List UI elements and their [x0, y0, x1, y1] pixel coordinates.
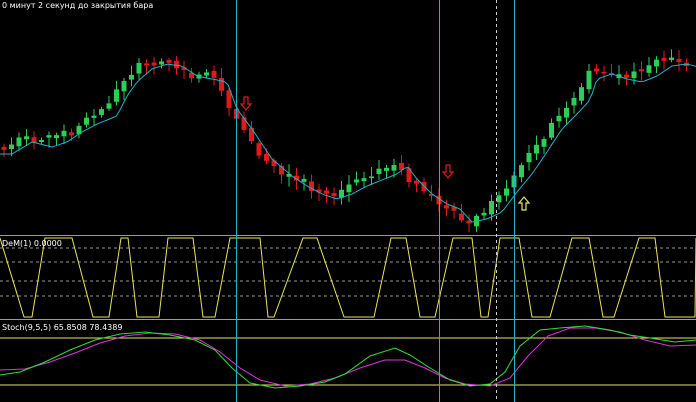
bull-candle[interactable]	[519, 165, 524, 178]
bear-candle[interactable]	[594, 68, 599, 72]
bear-candle[interactable]	[69, 132, 74, 136]
bear-candle[interactable]	[211, 70, 217, 78]
bull-candle[interactable]	[99, 109, 104, 115]
bear-candle[interactable]	[601, 71, 607, 74]
bull-candle[interactable]	[481, 212, 487, 216]
bull-candle[interactable]	[361, 178, 367, 182]
bear-candle[interactable]	[256, 143, 262, 156]
bull-candle[interactable]	[504, 188, 509, 196]
bull-candle[interactable]	[61, 130, 67, 137]
down-arrow-icon	[239, 96, 253, 111]
bear-candle[interactable]	[166, 59, 172, 63]
stoch-main-line	[0, 325, 696, 389]
bar-timer-text: 0 минут 2 секунд до закрытия бара	[2, 1, 154, 10]
bull-candle[interactable]	[129, 74, 134, 80]
bull-candle[interactable]	[376, 168, 382, 174]
bear-candle[interactable]	[219, 77, 224, 91]
bull-candle[interactable]	[39, 140, 44, 142]
bear-candle[interactable]	[324, 190, 329, 194]
stochastic-pane[interactable]	[0, 325, 696, 389]
up-arrow-icon	[517, 196, 531, 211]
bull-candle[interactable]	[586, 70, 592, 90]
bear-candle[interactable]	[676, 58, 682, 62]
demarker-label: DeM(1) 0.0000	[2, 239, 62, 248]
bull-candle[interactable]	[369, 176, 374, 179]
moving-average-line	[0, 63, 696, 223]
bull-candle[interactable]	[541, 139, 547, 147]
bear-candle[interactable]	[624, 74, 629, 78]
bull-candle[interactable]	[91, 115, 97, 118]
bull-candle[interactable]	[159, 61, 164, 65]
bull-candle[interactable]	[526, 152, 532, 163]
bull-candle[interactable]	[534, 144, 539, 154]
bear-candle[interactable]	[459, 213, 464, 221]
demarker-line	[0, 237, 696, 318]
bear-candle[interactable]	[444, 205, 449, 209]
bull-candle[interactable]	[556, 115, 562, 122]
bull-candle[interactable]	[354, 179, 359, 183]
bull-candle[interactable]	[204, 72, 209, 76]
bull-candle[interactable]	[564, 107, 569, 118]
chart-canvas[interactable]	[0, 0, 696, 402]
bull-candle[interactable]	[346, 184, 352, 193]
bull-candle[interactable]	[84, 117, 89, 125]
bull-candle[interactable]	[669, 57, 674, 61]
bull-candle[interactable]	[54, 135, 59, 139]
stochastic-label: Stoch(9,5,5) 65.8508 78.4389	[2, 323, 123, 332]
bull-candle[interactable]	[489, 201, 494, 215]
price-pane[interactable]	[0, 49, 696, 232]
bull-candle[interactable]	[301, 178, 307, 182]
bull-candle[interactable]	[114, 89, 119, 102]
bull-candle[interactable]	[579, 87, 584, 101]
bull-candle[interactable]	[631, 71, 637, 79]
bull-candle[interactable]	[496, 195, 502, 203]
stoch-signal-line	[0, 327, 696, 387]
bear-candle[interactable]	[249, 127, 254, 142]
bull-candle[interactable]	[121, 81, 127, 92]
bear-candle[interactable]	[639, 69, 644, 72]
bear-candle[interactable]	[331, 193, 337, 197]
bull-candle[interactable]	[549, 122, 554, 138]
bull-candle[interactable]	[391, 165, 397, 171]
bull-candle[interactable]	[136, 62, 142, 74]
bear-candle[interactable]	[414, 180, 419, 184]
bull-candle[interactable]	[16, 137, 22, 147]
bull-candle[interactable]	[24, 136, 29, 140]
bear-candle[interactable]	[151, 62, 157, 66]
bull-candle[interactable]	[571, 97, 577, 106]
bear-candle[interactable]	[1, 146, 7, 150]
bear-candle[interactable]	[264, 153, 269, 161]
bear-candle[interactable]	[241, 117, 247, 131]
bull-candle[interactable]	[46, 135, 52, 138]
bear-candle[interactable]	[661, 57, 667, 61]
bull-candle[interactable]	[384, 167, 389, 171]
bull-candle[interactable]	[9, 144, 14, 149]
bear-candle[interactable]	[144, 63, 149, 66]
bull-candle[interactable]	[654, 59, 659, 67]
bull-candle[interactable]	[646, 65, 652, 73]
demarker-pane[interactable]	[0, 237, 696, 318]
down-arrow-icon	[441, 164, 455, 179]
bull-candle[interactable]	[106, 103, 112, 109]
